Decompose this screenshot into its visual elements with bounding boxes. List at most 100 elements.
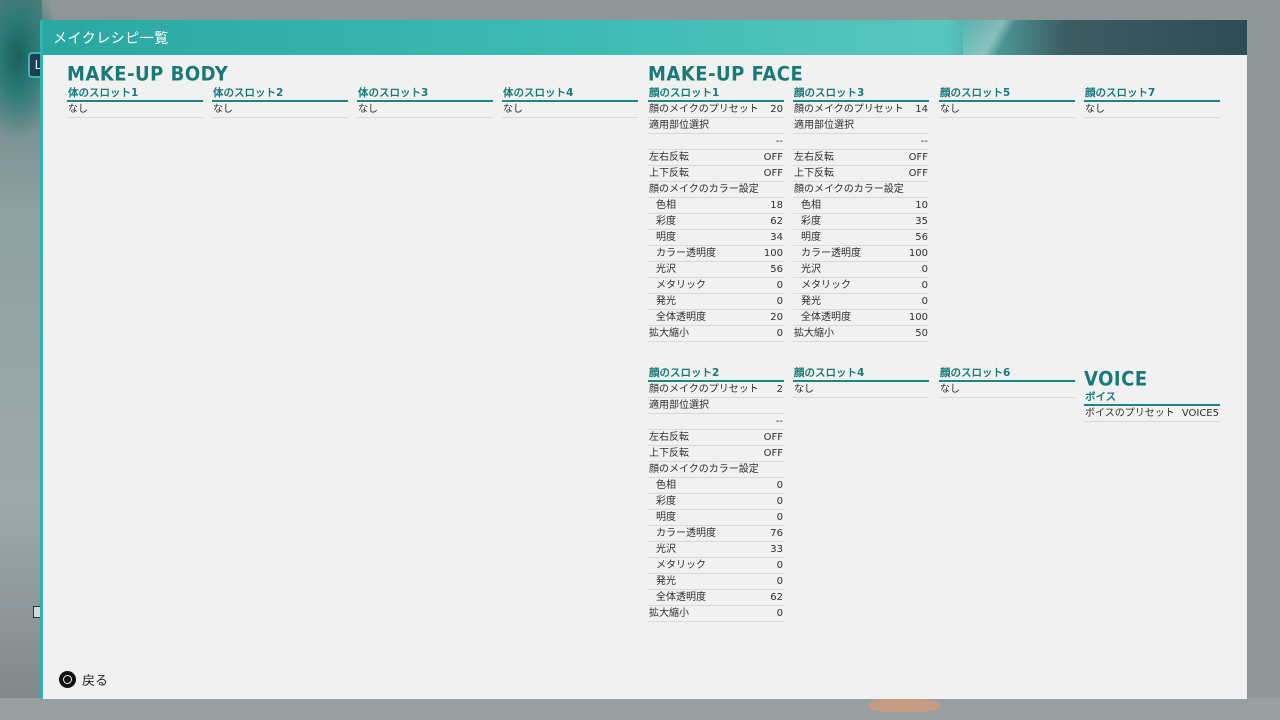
setting-row: 顔のメイクのカラー設定 xyxy=(648,462,784,478)
setting-row: 彩度 62 xyxy=(648,214,784,230)
setting-value: OFF xyxy=(763,168,783,179)
setting-row: 色相 0 xyxy=(648,478,784,494)
setting-label: 上下反転 xyxy=(649,448,689,459)
body-slot-1-value: なし xyxy=(68,104,88,115)
setting-row: 色相 10 xyxy=(793,198,929,214)
body-slot-4: 体のスロット4 なし xyxy=(502,87,638,118)
face-slot-1-label: 顔のスロット1 xyxy=(648,87,784,102)
setting-value: 0 xyxy=(776,576,783,587)
setting-row: 適用部位選択 xyxy=(793,118,929,134)
setting-label: 彩度 xyxy=(656,496,676,507)
setting-row: 拡大縮小 0 xyxy=(648,606,784,622)
face-slot-5-label: 顔のスロット5 xyxy=(939,87,1075,102)
setting-value: 34 xyxy=(770,232,783,243)
setting-row: 明度 56 xyxy=(793,230,929,246)
face-slot-3-label: 顔のスロット3 xyxy=(793,87,929,102)
setting-label: 光沢 xyxy=(656,544,676,555)
setting-row: 適用部位選択 xyxy=(648,118,784,134)
setting-row: -- xyxy=(648,414,784,430)
setting-row: 顔のメイクのプリセット 2 xyxy=(648,382,784,398)
setting-row: 明度 0 xyxy=(648,510,784,526)
setting-label: 上下反転 xyxy=(649,168,689,179)
setting-value: 62 xyxy=(770,592,783,603)
setting-value: 20 xyxy=(770,104,783,115)
setting-row: 上下反転 OFF xyxy=(648,446,784,462)
setting-label: 顔のメイクのプリセット xyxy=(649,104,759,115)
setting-value: 0 xyxy=(776,560,783,571)
setting-label: 顔のメイクのカラー設定 xyxy=(649,464,759,475)
setting-row: 顔のメイクのプリセット 14 xyxy=(793,102,929,118)
setting-value: 76 xyxy=(770,528,783,539)
setting-value: 20 xyxy=(770,312,783,323)
setting-row: 拡大縮小 50 xyxy=(793,326,929,342)
setting-label: 色相 xyxy=(656,480,676,491)
setting-row: 顔のメイクのカラー設定 xyxy=(648,182,784,198)
setting-row: 全体透明度 20 xyxy=(648,310,784,326)
setting-label: メタリック xyxy=(801,280,851,291)
setting-value: 0 xyxy=(921,280,928,291)
setting-label: 拡大縮小 xyxy=(649,608,689,619)
face-slot-7-value: なし xyxy=(1085,104,1105,115)
body-slot-4-value-row: なし xyxy=(502,102,638,118)
setting-row: カラー透明度 100 xyxy=(648,246,784,262)
background-bottom xyxy=(0,698,1280,720)
setting-label: 顔のメイクのプリセット xyxy=(794,104,904,115)
setting-row: 発光 0 xyxy=(648,294,784,310)
setting-row: 左右反転 OFF xyxy=(648,430,784,446)
body-slot-2-label: 体のスロット2 xyxy=(212,87,348,102)
setting-row: 光沢 56 xyxy=(648,262,784,278)
voice-preset-row: ボイスのプリセット VOICE5 xyxy=(1084,406,1220,422)
setting-value: 0 xyxy=(776,328,783,339)
setting-value: -- xyxy=(920,136,928,147)
setting-value: 100 xyxy=(908,248,928,259)
setting-label: 発光 xyxy=(656,576,676,587)
face-slot-4-value: なし xyxy=(794,384,814,395)
setting-value: OFF xyxy=(908,168,928,179)
panel-title: メイクレシピ一覧 xyxy=(53,31,169,47)
body-slot-1-label: 体のスロット1 xyxy=(67,87,203,102)
setting-row: メタリック 0 xyxy=(793,278,929,294)
body-slot-3-value-row: なし xyxy=(357,102,493,118)
setting-row: メタリック 0 xyxy=(648,278,784,294)
setting-row: 左右反転 OFF xyxy=(648,150,784,166)
body-slot-3-value: なし xyxy=(358,104,378,115)
face-slot-7: 顔のスロット7 なし xyxy=(1084,87,1220,118)
face-slot-6-label: 顔のスロット6 xyxy=(939,367,1075,382)
character-feet xyxy=(870,698,940,712)
body-slot-2-value: なし xyxy=(213,104,233,115)
section-title-face: MAKE-UP FACE xyxy=(648,63,804,86)
setting-value: 50 xyxy=(915,328,928,339)
setting-row: カラー透明度 100 xyxy=(793,246,929,262)
setting-label: カラー透明度 xyxy=(801,248,861,259)
setting-value: OFF xyxy=(763,448,783,459)
header-decoration xyxy=(963,20,1033,55)
face-slot-6-value-row: なし xyxy=(939,382,1075,398)
setting-value: 56 xyxy=(915,232,928,243)
setting-label: メタリック xyxy=(656,560,706,571)
setting-value: 0 xyxy=(776,608,783,619)
setting-value: 10 xyxy=(915,200,928,211)
setting-label: 色相 xyxy=(801,200,821,211)
body-slot-1-value-row: なし xyxy=(67,102,203,118)
setting-row: メタリック 0 xyxy=(648,558,784,574)
back-button[interactable]: 戻る xyxy=(59,670,108,689)
setting-value: OFF xyxy=(908,152,928,163)
setting-row: 彩度 0 xyxy=(648,494,784,510)
body-slot-1: 体のスロット1 なし xyxy=(67,87,203,118)
setting-value: 62 xyxy=(770,216,783,227)
face-slot-3: 顔のスロット3 顔のメイクのプリセット 14 適用部位選択 -- 左右反転 OFF 上下反転… xyxy=(793,87,929,342)
face-slot-2: 顔のスロット2 顔のメイクのプリセット 2 適用部位選択 -- 左右反転 OFF 上下反転 O… xyxy=(648,367,784,622)
setting-row: 明度 34 xyxy=(648,230,784,246)
setting-row: 発光 0 xyxy=(793,294,929,310)
body-slot-2: 体のスロット2 なし xyxy=(212,87,348,118)
setting-label: 左右反転 xyxy=(649,432,689,443)
circle-button-icon xyxy=(59,671,76,688)
setting-row: 顔のメイクのプリセット 20 xyxy=(648,102,784,118)
face-slot-1: 顔のスロット1 顔のメイクのプリセット 20 適用部位選択 -- 左右反転 OFF 上下反転… xyxy=(648,87,784,342)
back-label: 戻る xyxy=(82,674,109,689)
setting-value: 0 xyxy=(776,512,783,523)
voice-preset-label: ボイスのプリセット xyxy=(1085,408,1175,419)
face-slot-4-label: 顔のスロット4 xyxy=(793,367,929,382)
setting-label: 色相 xyxy=(656,200,676,211)
setting-row: 全体透明度 62 xyxy=(648,590,784,606)
